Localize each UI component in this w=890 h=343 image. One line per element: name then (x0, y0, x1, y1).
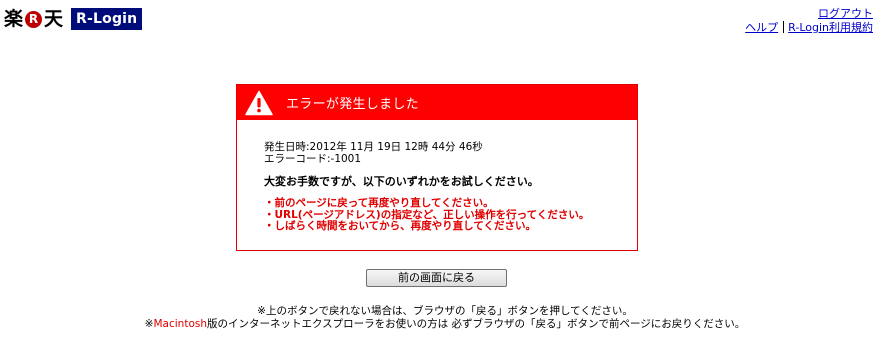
logo-text-ten: 天 (44, 8, 64, 30)
terms-link[interactable]: R-Login利用規約 (788, 21, 873, 34)
notes: ※上のボタンで戻れない場合は、ブラウザの「戻る」ボタンを押してください。 ※Ma… (0, 305, 890, 331)
rlogin-product-badge: R-Login (71, 8, 143, 30)
error-title: エラーが発生しました (286, 97, 420, 112)
error-panel: エラーが発生しました 発生日時:2012年 11月 19日 12時 44分 46… (236, 84, 638, 251)
back-button[interactable]: 前の画面に戻る (366, 269, 507, 287)
error-header: エラーが発生しました (237, 85, 637, 120)
note-line-2-suffix: 版のインターネットエクスプローラをお使いの方は 必ずブラウザの「戻る」ボタンで前… (207, 318, 746, 330)
logo-text-raku: 楽 (4, 8, 24, 30)
suggestion-item: ・前のページに戻って再度やり直してください。 (264, 197, 494, 209)
note-line-1: ※上のボタンで戻れない場合は、ブラウザの「戻る」ボタンを押してください。 (257, 305, 633, 317)
apology-text: 大変お手数ですが、以下のいずれかをお試しください。 (264, 175, 539, 188)
link-separator (783, 21, 785, 33)
help-link[interactable]: ヘルプ (745, 21, 778, 34)
occurred-at-text: 発生日時:2012年 11月 19日 12時 44分 46秒 (264, 141, 483, 153)
header-links: ログアウト ヘルプ R-Login利用規約 (745, 7, 873, 35)
suggestion-item: ・しばらく時間をおいてから、再度やり直してください。 (264, 220, 537, 232)
rakuten-rlogin-logo: 楽 R 天 R-Login (4, 6, 143, 32)
suggestion-list: ・前のページに戻って再度やり直してください。 ・URL(ページアドレス)の指定な… (264, 197, 637, 233)
error-body: 発生日時:2012年 11月 19日 12時 44分 46秒 エラーコード:-1… (237, 120, 637, 233)
logout-link[interactable]: ログアウト (818, 7, 873, 20)
warning-triangle-icon (245, 90, 273, 115)
note-line-2: ※Macintosh版のインターネットエクスプローラをお使いの方は 必ずブラウザ… (0, 318, 890, 331)
error-code-text: エラーコード:-1001 (264, 153, 362, 165)
macintosh-highlight: Macintosh (153, 318, 207, 330)
logo-r-circle: R (25, 10, 43, 28)
